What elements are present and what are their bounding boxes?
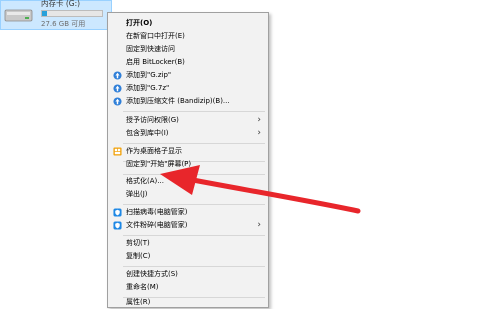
menu-separator [123, 266, 265, 267]
menu-item-label: 弹出(J) [126, 190, 148, 198]
menu-item-label: 文件粉碎(电脑管家) [126, 221, 188, 229]
menu-item-label: 打开(O) [126, 19, 153, 27]
menu-item-label: 创建快捷方式(S) [126, 270, 178, 278]
menu-item-shred-file[interactable]: 文件粉碎(电脑管家) › [109, 219, 267, 232]
menu-item-create-shortcut[interactable]: 创建快捷方式(S) [109, 268, 267, 281]
shield-icon [113, 208, 122, 217]
bandizip-icon [113, 97, 122, 106]
menu-item-pin-quick-access[interactable]: 固定到快速访问 [109, 43, 267, 56]
menu-item-label: 添加到压缩文件 (Bandizip)(B)... [126, 97, 230, 105]
menu-item-label: 剪切(T) [126, 239, 150, 247]
menu-item-label: 作为桌面格子显示 [126, 147, 182, 155]
menu-item-add-7z[interactable]: 添加到"G.7z" [109, 82, 267, 95]
menu-item-label: 启用 BitLocker(B) [126, 58, 185, 66]
menu-item-desktop-fence[interactable]: 作为桌面格子显示 [109, 145, 267, 158]
usb-drive-icon [4, 9, 33, 22]
menu-separator [123, 143, 265, 144]
menu-item-eject[interactable]: 弹出(J) [109, 188, 267, 201]
menu-item-label: 包含到库中(I) [126, 129, 169, 137]
menu-item-label: 格式化(A)... [126, 177, 164, 185]
menu-item-bitlocker[interactable]: 启用 BitLocker(B) [109, 56, 267, 69]
menu-item-label: 重命名(M) [126, 283, 159, 291]
menu-item-format[interactable]: 格式化(A)... [109, 175, 267, 188]
menu-item-label: 固定到快速访问 [126, 45, 175, 53]
chevron-right-icon: › [257, 128, 261, 138]
menu-item-cut[interactable]: 剪切(T) [109, 237, 267, 250]
menu-item-open-new-window[interactable]: 在新窗口中打开(E) [109, 30, 267, 43]
menu-item-label: 固定到"开始"屏幕(P) [126, 160, 192, 168]
menu-item-add-zip[interactable]: 添加到"G.zip" [109, 69, 267, 82]
drive-name: 内存卡 (G:) [41, 0, 81, 8]
menu-item-scan-virus[interactable]: 扫描病毒(电脑管家) [109, 206, 267, 219]
shield-icon [113, 221, 122, 230]
menu-item-open[interactable]: 打开(O) [109, 17, 267, 30]
usage-bar [41, 10, 103, 17]
menu-separator [123, 204, 265, 205]
menu-item-copy[interactable]: 复制(C) [109, 250, 267, 263]
drive-tile-g[interactable]: 内存卡 (G:) 27.6 GB 可用 [0, 0, 112, 30]
bandizip-icon [113, 71, 122, 80]
context-menu: 打开(O) 在新窗口中打开(E) 固定到快速访问 启用 BitLocker(B)… [107, 12, 269, 308]
menu-item-grant-access[interactable]: 授予访问权限(G) › [109, 114, 267, 127]
menu-item-rename[interactable]: 重命名(M) [109, 281, 267, 294]
fences-icon [113, 147, 122, 156]
menu-item-label: 扫描病毒(电脑管家) [126, 208, 188, 216]
menu-item-label: 添加到"G.7z" [126, 84, 170, 92]
chevron-right-icon: › [257, 220, 261, 230]
menu-item-label: 授予访问权限(G) [126, 116, 179, 124]
chevron-right-icon: › [257, 115, 261, 125]
menu-separator [123, 111, 265, 112]
menu-item-add-archive[interactable]: 添加到压缩文件 (Bandizip)(B)... [109, 95, 267, 108]
menu-item-label: 在新窗口中打开(E) [126, 32, 185, 40]
menu-separator [123, 235, 265, 236]
bandizip-icon [113, 84, 122, 93]
drive-free-space: 27.6 GB 可用 [41, 20, 86, 28]
menu-item-include-library[interactable]: 包含到库中(I) › [109, 127, 267, 140]
usage-fill [42, 11, 47, 16]
menu-item-label: 复制(C) [126, 252, 151, 260]
menu-item-pin-start[interactable]: 固定到"开始"屏幕(P) [109, 158, 267, 171]
menu-item-label: 添加到"G.zip" [126, 71, 172, 79]
